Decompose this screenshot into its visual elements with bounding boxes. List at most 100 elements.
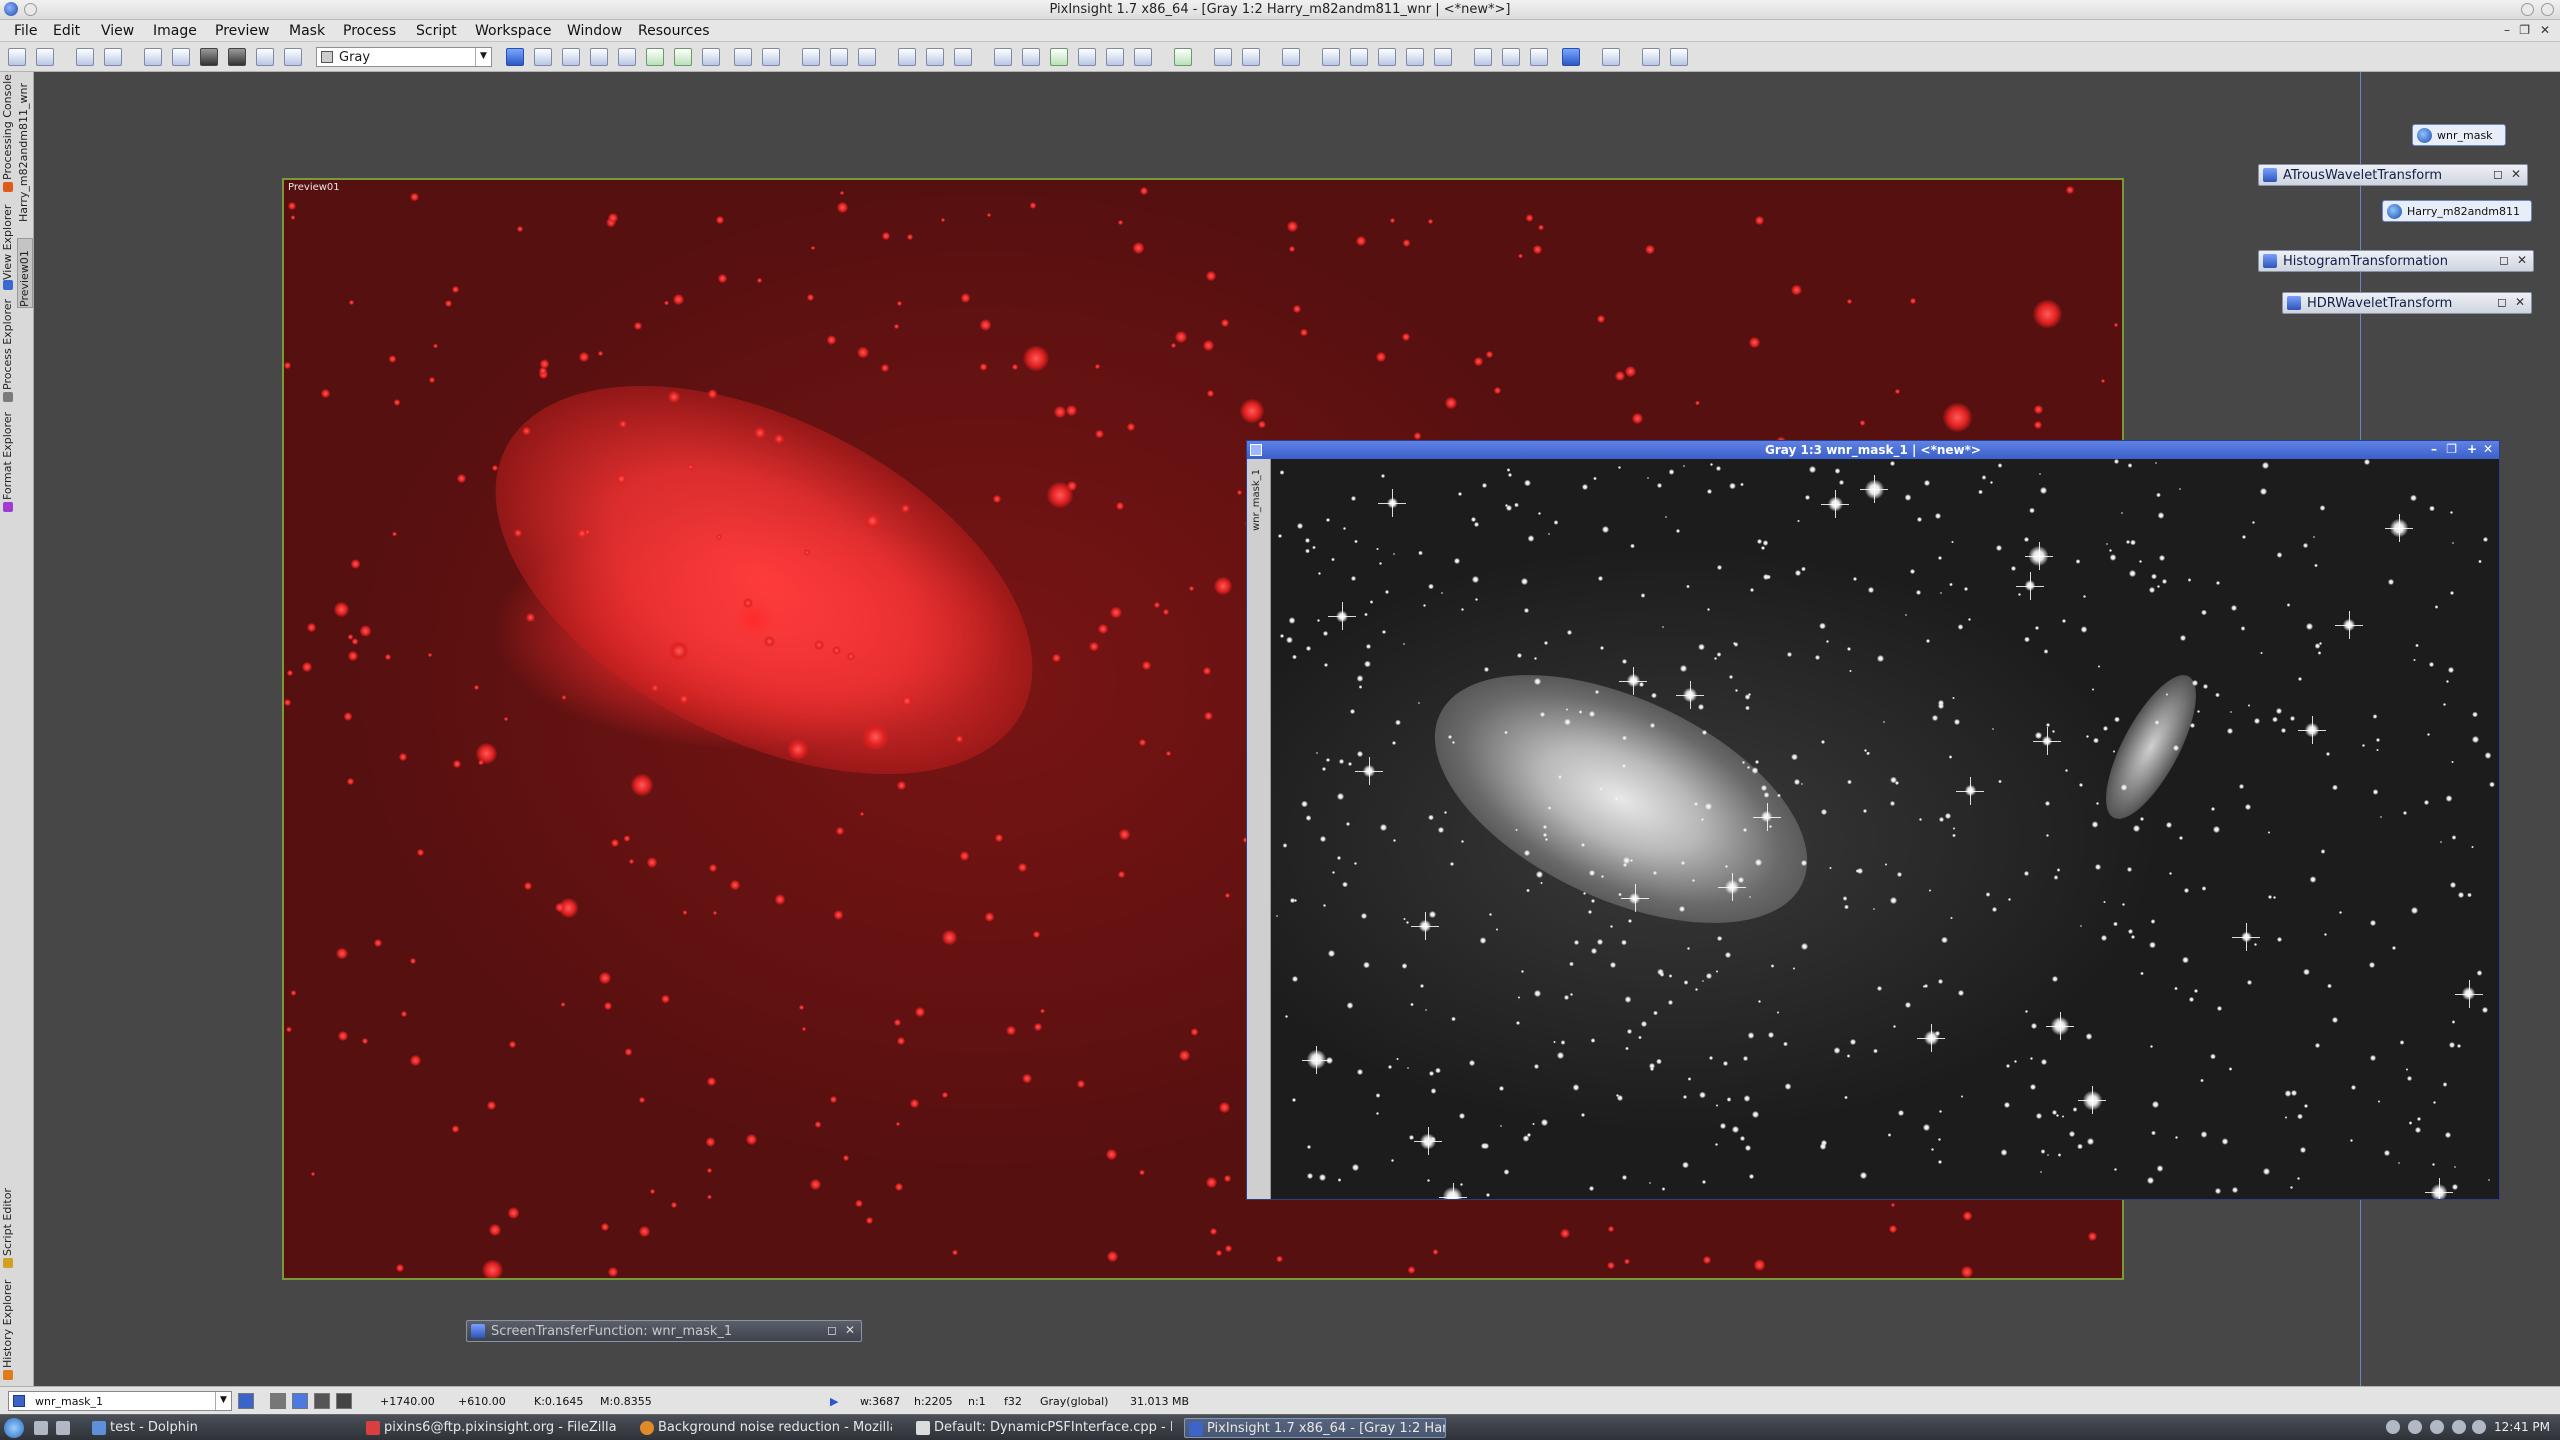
- close-button[interactable]: ✕: [2515, 295, 2525, 309]
- desktop-icon[interactable]: [34, 1421, 48, 1435]
- close-circle-icon[interactable]: [2541, 3, 2554, 16]
- open-image-icon[interactable]: [104, 48, 122, 66]
- tray-network-icon[interactable]: [2408, 1420, 2422, 1434]
- tab-script-editor[interactable]: Script Editor: [1, 1182, 15, 1256]
- stf-enable-icon[interactable]: [1078, 48, 1096, 66]
- chevron-down-icon[interactable]: ▼: [215, 1392, 231, 1410]
- invert-mask-icon[interactable]: [228, 48, 246, 66]
- play-icon[interactable]: ▶: [830, 1395, 838, 1408]
- zoom-fit-width-icon[interactable]: [802, 48, 820, 66]
- tab-format-explorer[interactable]: Format Explorer: [1, 408, 15, 500]
- undo-icon[interactable]: [8, 48, 26, 66]
- save-icon[interactable]: [172, 48, 190, 66]
- process-icon-b[interactable]: [1242, 48, 1260, 66]
- mdi-minimize-button[interactable]: –: [2504, 23, 2510, 37]
- task-dolphin[interactable]: test - Dolphin: [88, 1418, 348, 1438]
- pointer-icon[interactable]: [702, 48, 720, 66]
- float-button[interactable]: ◻: [2497, 295, 2507, 309]
- task-pixinsight[interactable]: PixInsight 1.7 x86_64 - [Gray 1:2 Harry_…: [1184, 1418, 1446, 1438]
- task-filezilla[interactable]: pixins6@ftp.pixinsight.org - FileZilla: [362, 1418, 628, 1438]
- zoom-out-icon[interactable]: [762, 48, 780, 66]
- mask-window-view-tab[interactable]: wnr_mask_1: [1251, 469, 1262, 531]
- float-button[interactable]: ◻: [2499, 253, 2509, 267]
- new-preview-icon[interactable]: [646, 48, 664, 66]
- task-firefox[interactable]: Background noise reduction - Mozilla Fir…: [636, 1418, 892, 1438]
- chevron-down-icon[interactable]: ▼: [475, 48, 491, 66]
- mask-icon[interactable]: [200, 48, 218, 66]
- view-tab-harry[interactable]: Harry_m82andm811_wnr: [17, 72, 33, 222]
- stf-float-button[interactable]: ◻: [827, 1323, 837, 1337]
- edit-preview-icon[interactable]: [674, 48, 692, 66]
- pager-icon[interactable]: [56, 1421, 70, 1435]
- mdi-restore-button[interactable]: ❐: [2519, 23, 2530, 37]
- readout-mode-b-icon[interactable]: [292, 1393, 308, 1409]
- readout-icon[interactable]: [1174, 48, 1192, 66]
- shade-button[interactable]: ❐: [2446, 442, 2457, 456]
- tray-display-icon[interactable]: [2430, 1420, 2444, 1434]
- process-icon-a[interactable]: [1214, 48, 1232, 66]
- settings-icon[interactable]: [1670, 48, 1688, 66]
- close-button[interactable]: ✕: [2483, 442, 2493, 456]
- tray-power-icon[interactable]: [2472, 1420, 2486, 1434]
- tile-windows-icon[interactable]: [898, 48, 916, 66]
- menu-resources[interactable]: Resources: [638, 23, 710, 39]
- stf-boost-icon[interactable]: [1134, 48, 1152, 66]
- process-icon-j[interactable]: [1502, 48, 1520, 66]
- zoom-fit-icon[interactable]: [534, 48, 552, 66]
- tray-info-icon[interactable]: [2386, 1420, 2400, 1434]
- mask-window-titlebar[interactable]: Gray 1:3 wnr_mask_1 | <*new*> – ❐ + ✕: [1247, 441, 2499, 459]
- zoom-1-1-icon[interactable]: [590, 48, 608, 66]
- tab-processing-console[interactable]: Processing Console: [1, 72, 15, 180]
- process-icon-h[interactable]: [1434, 48, 1452, 66]
- close-button[interactable]: ✕: [2517, 253, 2527, 267]
- maximize-button[interactable]: +: [2467, 442, 2477, 456]
- menu-mask[interactable]: Mask: [289, 23, 325, 39]
- process-icon-d[interactable]: [1322, 48, 1340, 66]
- mask-image-window[interactable]: Gray 1:3 wnr_mask_1 | <*new*> – ❐ + ✕ wn…: [1246, 440, 2500, 1200]
- process-icon-e[interactable]: [1350, 48, 1368, 66]
- zoom-custom-icon[interactable]: [618, 48, 636, 66]
- cascade-windows-icon[interactable]: [926, 48, 944, 66]
- float-button[interactable]: ◻: [2493, 167, 2503, 181]
- readout-mode-a-icon[interactable]: [270, 1393, 286, 1409]
- shade-atrouswavelet[interactable]: ATrousWaveletTransform ◻ ✕: [2258, 164, 2528, 186]
- icon-wnr-mask[interactable]: wnr_mask: [2412, 124, 2506, 146]
- shade-hdrwavelet[interactable]: HDRWaveletTransform ◻ ✕: [2282, 292, 2532, 314]
- zoom-fit-height-icon[interactable]: [830, 48, 848, 66]
- mask-image-canvas[interactable]: [1271, 459, 2499, 1199]
- tray-volume-icon[interactable]: [2452, 1420, 2466, 1434]
- mdi-close-button[interactable]: ✕: [2540, 23, 2550, 37]
- shade-histogramtransformation[interactable]: HistogramTransformation ◻ ✕: [2258, 250, 2534, 272]
- menu-script[interactable]: Script: [416, 23, 457, 39]
- process-icon-g[interactable]: [1406, 48, 1424, 66]
- show-mask-icon[interactable]: [256, 48, 274, 66]
- stf-link-icon[interactable]: [1050, 48, 1068, 66]
- tab-view-explorer[interactable]: View Explorer: [1, 200, 15, 280]
- menu-preview[interactable]: Preview: [215, 23, 270, 39]
- mask-mode-icon[interactable]: [284, 48, 302, 66]
- display-channel-select[interactable]: Gray ▼: [316, 47, 492, 67]
- view-mode-icon[interactable]: [238, 1393, 254, 1409]
- zoom-window-icon[interactable]: [562, 48, 580, 66]
- tab-process-explorer[interactable]: Process Explorer: [1, 294, 15, 390]
- process-icon-i[interactable]: [1474, 48, 1492, 66]
- menu-file[interactable]: File: [14, 23, 37, 39]
- menu-view[interactable]: View: [101, 23, 134, 39]
- kde-menu-icon[interactable]: [4, 1418, 24, 1438]
- stf-tool-bar[interactable]: ScreenTransferFunction: wnr_mask_1 ◻ ✕: [466, 1320, 862, 1342]
- menu-edit[interactable]: Edit: [53, 23, 80, 39]
- zoom-fit-view-icon[interactable]: [858, 48, 876, 66]
- stf-close-button[interactable]: ✕: [845, 1323, 855, 1337]
- explorer-icon[interactable]: [1642, 48, 1660, 66]
- readout-mode-c-icon[interactable]: [314, 1393, 330, 1409]
- menu-workspace[interactable]: Workspace: [475, 23, 552, 39]
- process-icon-c[interactable]: [1282, 48, 1300, 66]
- reset-icon[interactable]: [144, 48, 162, 66]
- process-icon-k[interactable]: [1530, 48, 1548, 66]
- process-icon-f[interactable]: [1378, 48, 1396, 66]
- screen-icon[interactable]: [1562, 48, 1580, 66]
- stf-24bit-icon[interactable]: [1106, 48, 1124, 66]
- global-icon[interactable]: [1602, 48, 1620, 66]
- minimize-button[interactable]: –: [2431, 442, 2437, 456]
- stf-reset-icon[interactable]: [1022, 48, 1040, 66]
